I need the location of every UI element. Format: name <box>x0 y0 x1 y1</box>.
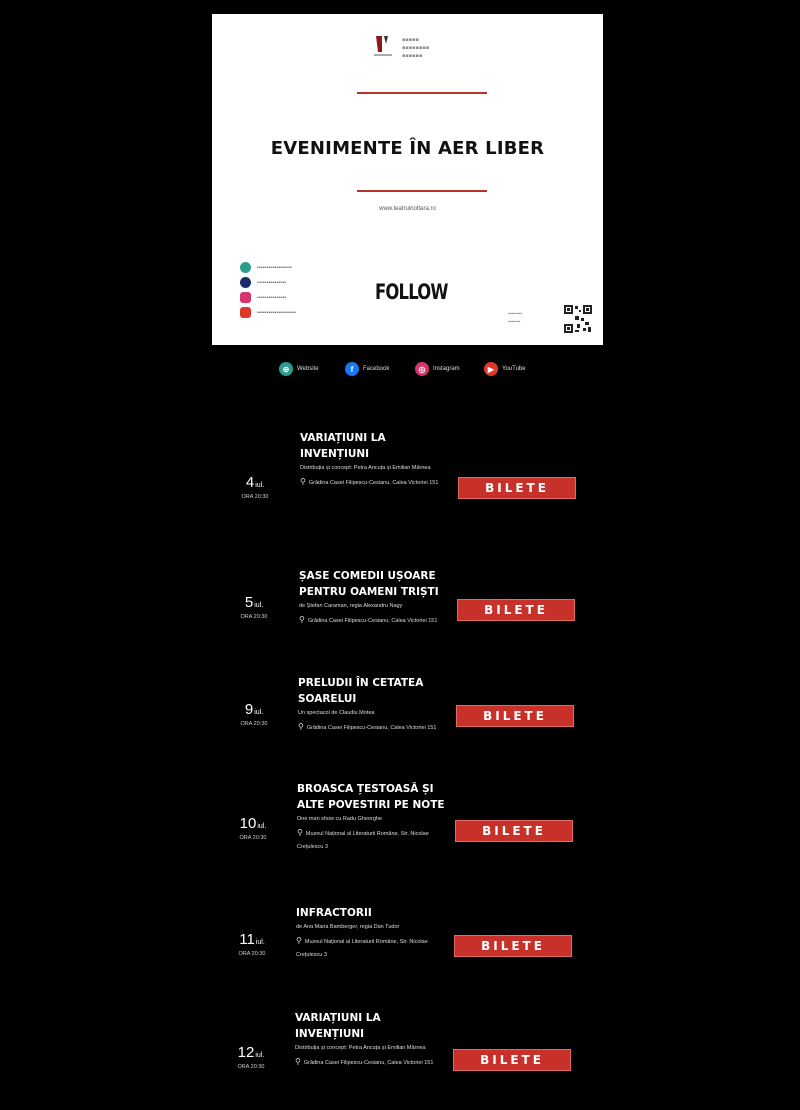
event-date: 11iul. ORA 20:30 <box>222 931 282 957</box>
event-time: ORA 20:30 <box>240 614 268 620</box>
event-date: 5iul. ORA 20:30 <box>224 594 284 620</box>
globe-icon: ⊕ <box>279 362 293 376</box>
social-links-bar: ⊕ Website f Facebook ◎ Instagram ▶ YouTu… <box>0 362 800 382</box>
event-location-text: Grădina Casei Filipescu-Cesianu, Calea V… <box>307 618 438 624</box>
location-pin-icon: ⚲ <box>296 936 302 945</box>
event-info: VARIAȚIUNI LA INVENȚIUNI Distribuția și … <box>300 430 450 490</box>
event-subtitle: One man show cu Radu Gheorghe <box>297 816 382 822</box>
event-month: iul. <box>257 823 267 830</box>
event-day: 10 <box>239 815 257 832</box>
event-title[interactable]: PRELUDII ÎN CETATEA SOARELUI <box>298 675 448 707</box>
event-date: 10iul. ORA 20:30 <box>223 815 283 841</box>
event-title[interactable]: ȘASE COMEDII UȘOARE PENTRU OAMENI TRIȘTI <box>299 568 449 600</box>
qr-code-icon <box>563 304 593 334</box>
event-subtitle: Distribuția și concept: Petra Ancuța și … <box>295 1045 426 1051</box>
event-title[interactable]: INFRACTORII <box>296 905 446 921</box>
website-link-label: Website <box>297 366 319 372</box>
event-location-text: Muzeul Național al Literaturii Române, S… <box>296 939 428 958</box>
title-rule-bottom <box>357 190 487 192</box>
theater-logo-icon <box>374 36 392 56</box>
poster-social-instagram: ▪▪▪▪▪▪▪▪▪▪▪▪▪▪▪ <box>240 290 296 305</box>
event-location: ⚲ Muzeul Național al Literaturii Române, … <box>297 826 447 854</box>
facebook-link-label: Facebook <box>363 366 390 372</box>
event-day: 11 <box>239 931 255 948</box>
tickets-button[interactable]: BILETE <box>455 820 573 842</box>
event-month: iul. <box>254 602 264 609</box>
tickets-button[interactable]: BILETE <box>453 1049 571 1071</box>
event-month: iul. <box>255 939 265 946</box>
event-month: iul. <box>254 709 264 716</box>
instagram-icon: ◎ <box>415 362 429 376</box>
youtube-link-label: YouTube <box>502 366 526 372</box>
instagram-link-label: Instagram <box>433 366 460 372</box>
location-pin-icon: ⚲ <box>298 722 304 731</box>
tickets-button[interactable]: BILETE <box>457 599 575 621</box>
event-info: ȘASE COMEDII UȘOARE PENTRU OAMENI TRIȘTI… <box>299 568 449 628</box>
event-date: 9iul. ORA 20:30 <box>224 701 284 727</box>
location-pin-icon: ⚲ <box>299 615 305 624</box>
event-location-text: Grădina Casei Filipescu-Cesianu, Calea V… <box>303 1060 434 1066</box>
event-time: ORA 20:30 <box>241 494 269 500</box>
event-day: 5 <box>244 594 254 611</box>
youtube-link[interactable]: ▶ YouTube <box>484 362 526 376</box>
qr-caption: ▪▪▪▪▪▪▪▪ ▪▪▪▪▪▪▪ <box>508 311 523 325</box>
location-pin-icon: ⚲ <box>300 477 306 486</box>
poster-social-website: ▪▪▪▪▪▪▪▪▪▪▪▪▪▪▪▪▪▪ <box>240 260 296 275</box>
poster-social-facebook: ▪▪▪▪▪▪▪▪▪▪▪▪▪▪▪ <box>240 275 296 290</box>
poster-social-list: ▪▪▪▪▪▪▪▪▪▪▪▪▪▪▪▪▪▪ ▪▪▪▪▪▪▪▪▪▪▪▪▪▪▪ ▪▪▪▪▪… <box>240 260 296 320</box>
youtube-icon <box>240 307 251 318</box>
title-rule-top <box>357 92 487 94</box>
event-info: VARIAȚIUNI LA INVENȚIUNI Distribuția și … <box>295 1010 445 1070</box>
event-location: ⚲ Muzeul Național al Literaturii Române, … <box>296 934 446 962</box>
event-info: BROASCA ȚESTOASĂ ȘI ALTE POVESTIRI PE NO… <box>297 781 447 854</box>
event-info: PRELUDII ÎN CETATEA SOARELUI Un spectaco… <box>298 675 448 735</box>
event-time: ORA 20:30 <box>239 835 267 841</box>
event-title[interactable]: BROASCA ȚESTOASĂ ȘI ALTE POVESTIRI PE NO… <box>297 781 447 813</box>
event-location: ⚲ Grădina Casei Filipescu-Cesianu, Calea … <box>299 613 449 628</box>
event-month: iul. <box>255 482 265 489</box>
location-pin-icon: ⚲ <box>295 1057 301 1066</box>
event-subtitle: Un spectacol de Claudiu Motea <box>298 710 375 716</box>
event-day: 12 <box>237 1044 255 1061</box>
poster-url: www.teatrulnottara.ro <box>379 206 436 212</box>
event-subtitle: Distribuția și concept: Petra Ancuța și … <box>300 465 431 471</box>
event-location-text: Grădina Casei Filipescu-Cesianu, Calea V… <box>308 480 439 486</box>
event-info: INFRACTORII de Ana Maria Bamberger, regi… <box>296 905 446 962</box>
event-month: iul. <box>255 1052 265 1059</box>
event-title[interactable]: VARIAȚIUNI LA INVENȚIUNI <box>300 430 450 462</box>
facebook-link[interactable]: f Facebook <box>345 362 389 376</box>
logo-text: ▪▪▪▪▪ ▪▪▪▪▪▪▪▪ ▪▪▪▪▪▪ <box>402 37 430 59</box>
instagram-icon <box>240 292 251 303</box>
follow-label: FOLLOW <box>375 280 449 304</box>
tickets-button[interactable]: BILETE <box>458 477 576 499</box>
tickets-button[interactable]: BILETE <box>454 935 572 957</box>
location-pin-icon: ⚲ <box>297 828 303 837</box>
event-title[interactable]: VARIAȚIUNI LA INVENȚIUNI <box>295 1010 445 1042</box>
event-day: 4 <box>245 474 255 491</box>
website-link[interactable]: ⊕ Website <box>279 362 319 376</box>
event-location: ⚲ Grădina Casei Filipescu-Cesianu, Calea … <box>295 1055 445 1070</box>
event-location-text: Grădina Casei Filipescu-Cesianu, Calea V… <box>306 725 437 731</box>
event-date: 12iul. ORA 20:30 <box>221 1044 281 1070</box>
globe-icon <box>240 262 251 273</box>
tickets-button[interactable]: BILETE <box>456 705 574 727</box>
poster-card: ▪▪▪▪▪ ▪▪▪▪▪▪▪▪ ▪▪▪▪▪▪ EVENIMENTE ÎN AER LI… <box>212 14 603 345</box>
event-location: ⚲ Grădina Casei Filipescu-Cesianu, Calea … <box>298 720 448 735</box>
poster-title: EVENIMENTE ÎN AER LIBER <box>270 138 545 159</box>
event-location: ⚲ Grădina Casei Filipescu-Cesianu, Calea … <box>300 475 450 490</box>
event-location-text: Muzeul Național al Literaturii Române, S… <box>297 831 429 850</box>
instagram-link[interactable]: ◎ Instagram <box>415 362 460 376</box>
event-subtitle: de Ștefan Caraman, regia Alexandru Nagy <box>299 603 403 609</box>
event-time: ORA 20:30 <box>237 1064 265 1070</box>
facebook-icon <box>240 277 251 288</box>
event-day: 9 <box>244 701 254 718</box>
event-subtitle: de Ana Maria Bamberger, regia Dan Tudor <box>296 924 400 930</box>
event-date: 4iul. ORA 20:30 <box>225 474 285 500</box>
event-time: ORA 20:30 <box>238 951 266 957</box>
poster-social-youtube: ▪▪▪▪▪▪▪▪▪▪▪▪▪▪▪▪▪▪▪▪ <box>240 305 296 320</box>
youtube-icon: ▶ <box>484 362 498 376</box>
event-time: ORA 20:30 <box>240 721 268 727</box>
facebook-icon: f <box>345 362 359 376</box>
